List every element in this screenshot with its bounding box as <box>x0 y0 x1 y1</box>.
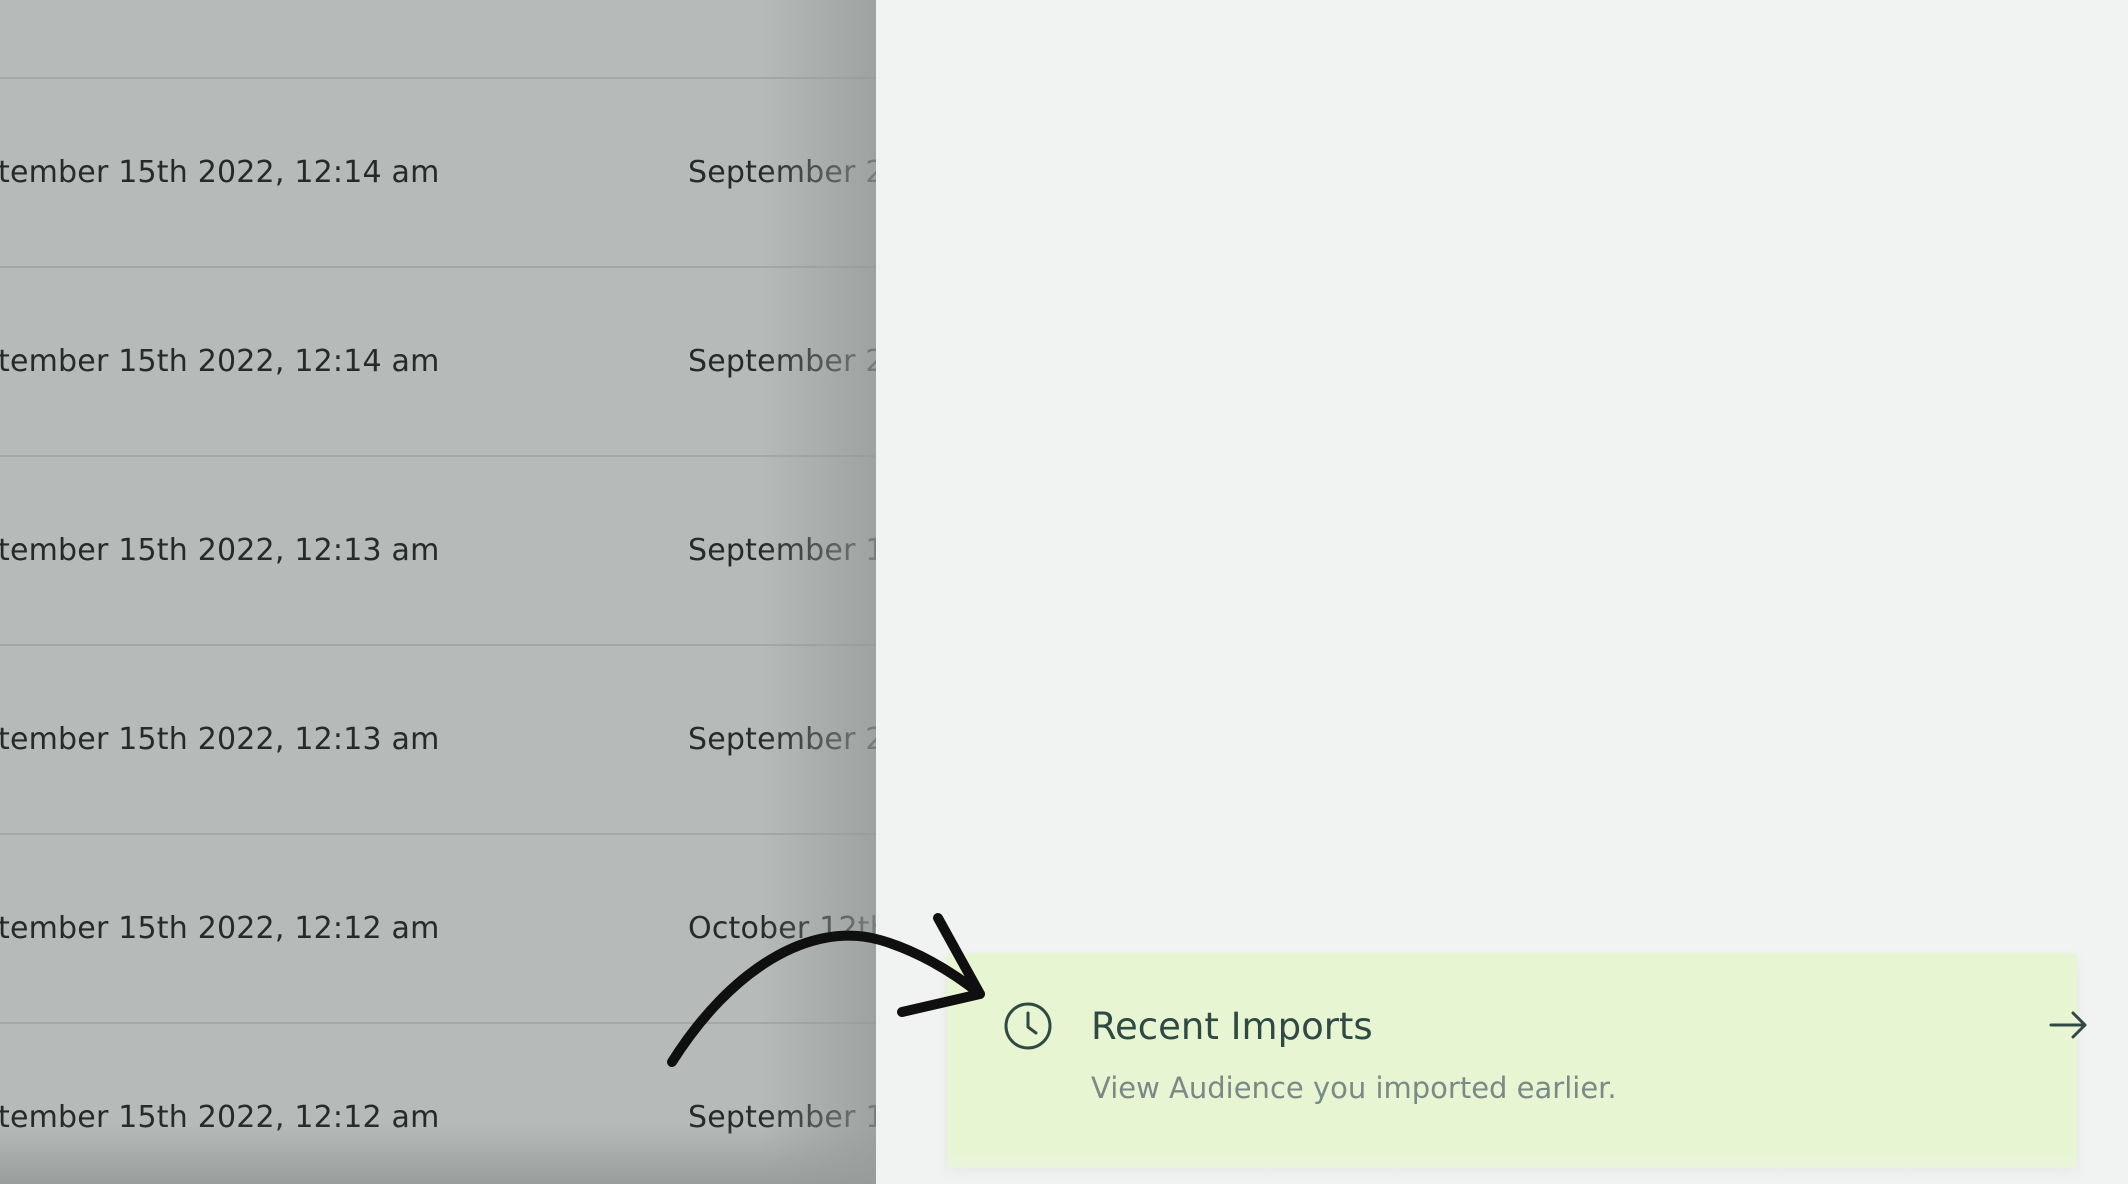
bottom-shade <box>0 1124 876 1184</box>
created-date-cell: tember 15th 2022, 12:12 am <box>0 911 440 946</box>
recent-imports-title: Recent Imports <box>1091 1005 1373 1048</box>
table-row: tember 15th 2022, 12:14 am September 2 <box>0 268 876 457</box>
created-date-cell: tember 15th 2022, 12:13 am <box>0 533 440 568</box>
updated-date-cell: September 2 <box>688 155 876 190</box>
created-date-cell: tember 15th 2022, 12:14 am <box>0 155 440 190</box>
table-row-partial <box>0 0 876 79</box>
table-row: tember 15th 2022, 12:13 am September 2 <box>0 646 876 835</box>
table-row: tember 15th 2022, 12:13 am September 15 <box>0 457 876 646</box>
updated-date-cell: October 12th <box>688 911 876 946</box>
card-bottom-fade <box>947 1150 2077 1184</box>
updated-date-cell: September 15 <box>688 533 876 568</box>
side-panel: Recent Imports View Audience you importe… <box>876 0 2128 1184</box>
recent-imports-subtitle: View Audience you imported earlier. <box>1091 1071 1617 1105</box>
dimmed-table: tember 15th 2022, 12:14 am September 2 t… <box>0 0 876 1184</box>
screen: tember 15th 2022, 12:14 am September 2 t… <box>0 0 2128 1184</box>
updated-date-cell: September 2 <box>688 344 876 379</box>
recent-imports-card[interactable]: Recent Imports View Audience you importe… <box>947 953 2087 1168</box>
arrow-right-icon[interactable] <box>2047 1003 2091 1047</box>
clock-icon <box>1004 1002 1052 1050</box>
created-date-cell: tember 15th 2022, 12:14 am <box>0 344 440 379</box>
created-date-cell: tember 15th 2022, 12:13 am <box>0 722 440 757</box>
table-row: tember 15th 2022, 12:14 am September 2 <box>0 79 876 268</box>
table-row: tember 15th 2022, 12:12 am October 12th <box>0 835 876 1024</box>
updated-date-cell: September 2 <box>688 722 876 757</box>
